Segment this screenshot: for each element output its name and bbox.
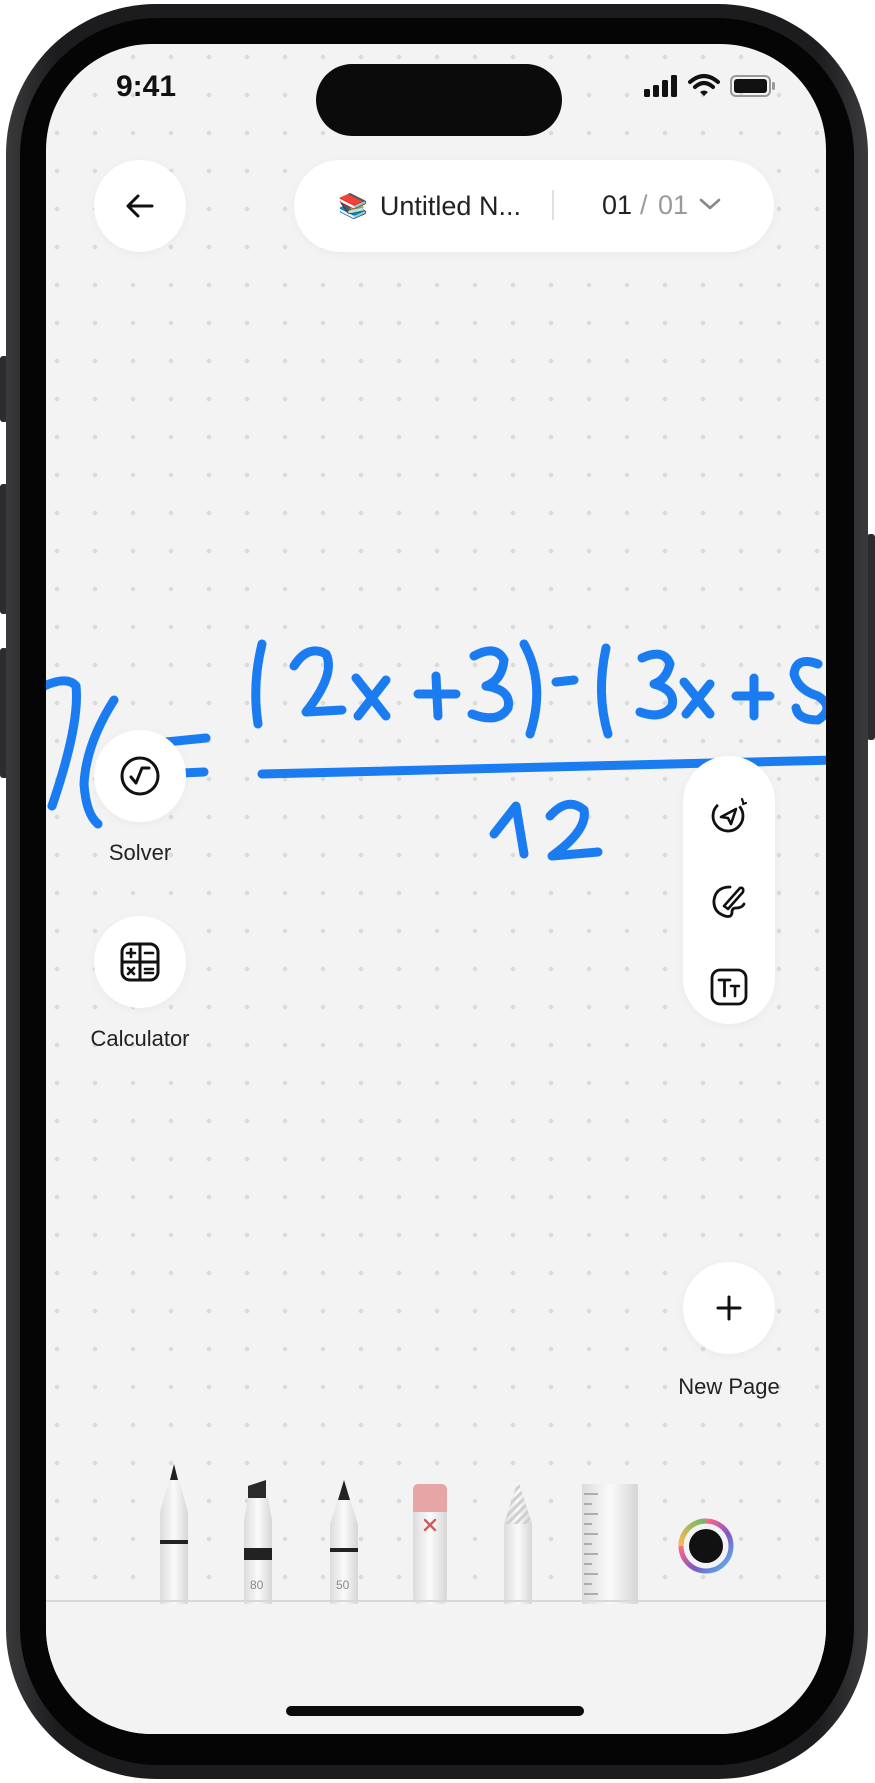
eraser-tool[interactable] (412, 1484, 448, 1604)
toolbar-divider (46, 1600, 826, 1602)
new-page-button[interactable] (683, 1262, 775, 1354)
right-tool-pill (683, 756, 775, 1024)
solver-button[interactable] (94, 730, 186, 822)
calculator-button[interactable] (94, 916, 186, 1008)
dynamic-island (316, 64, 562, 136)
square-root-check-icon (120, 756, 160, 796)
marker-size-label: 80 (250, 1578, 264, 1592)
arrow-left-icon (126, 194, 154, 218)
calculator-label: Calculator (90, 1026, 190, 1051)
ruler-tool[interactable] (582, 1484, 638, 1604)
new-page-label: New Page (678, 1374, 780, 1399)
status-icons (644, 74, 776, 98)
color-picker-button[interactable] (678, 1518, 734, 1574)
text-size-icon[interactable] (710, 968, 748, 1006)
plus-icon (716, 1295, 742, 1321)
chevron-down-icon[interactable] (698, 194, 722, 214)
home-indicator (286, 1706, 584, 1716)
books-emoji-icon: 📚 (338, 192, 368, 220)
cellular-signal-icon (644, 75, 677, 97)
power-button (867, 534, 875, 740)
total-pages-number: 01 (658, 190, 689, 220)
lasso-tool[interactable] (498, 1480, 538, 1604)
calculator-icon (120, 942, 160, 982)
document-header-pill[interactable]: 📚 Untitled N... 01 / 01 (294, 160, 774, 252)
document-title[interactable]: Untitled N... (380, 191, 521, 222)
pen-tool[interactable] (154, 1464, 194, 1604)
solver-label: Solver (108, 840, 172, 865)
page-separator: / (640, 190, 648, 220)
ai-navigate-icon[interactable] (710, 796, 748, 834)
screen: 9:41 📚 Untitled N... 01 / 01 Solver Calc… (46, 44, 826, 1734)
current-page-number: 01 (602, 190, 633, 220)
wifi-icon (688, 74, 720, 96)
back-button[interactable] (94, 160, 186, 252)
pen-size-label: 50 (336, 1578, 350, 1592)
status-time: 9:41 (116, 70, 177, 103)
draw-palette-icon[interactable] (710, 882, 748, 920)
battery-icon (730, 75, 775, 97)
pill-divider (552, 190, 554, 220)
